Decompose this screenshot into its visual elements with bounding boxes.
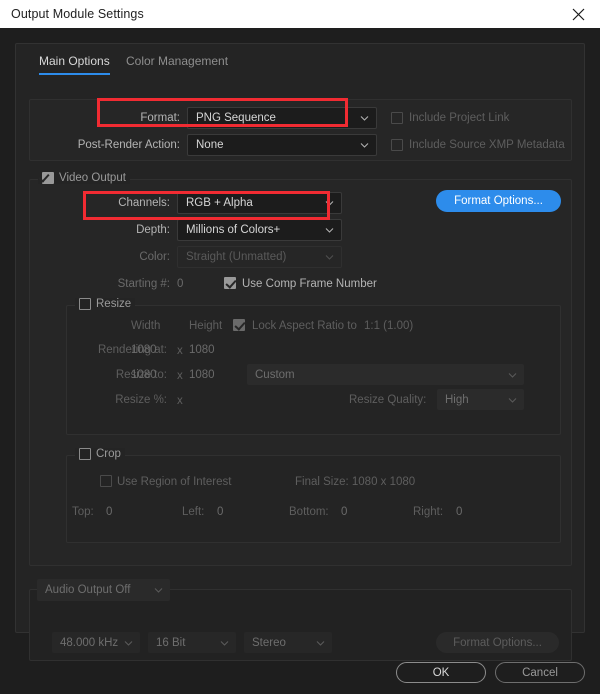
tab-main-options[interactable]: Main Options [39,54,110,75]
crop-right-value[interactable]: 0 [456,506,462,518]
crop-top-value[interactable]: 0 [106,506,112,518]
video-output-legend-label: Video Output [59,172,126,184]
channels-label: Channels: [118,197,170,209]
color-select-value: Straight (Unmatted) [186,251,287,263]
chevron-down-icon [124,638,133,647]
crop-right-label: Right: [413,506,444,518]
crop-top-label: Top: [72,506,94,518]
crop-checkbox[interactable] [79,448,91,460]
close-icon[interactable] [556,0,600,28]
cancel-button[interactable]: Cancel [495,662,585,683]
resize-quality-value: High [445,393,469,406]
channels-select-value: RGB + Alpha [186,197,253,209]
times-symbol: x [177,345,183,357]
audio-sample-rate-select[interactable]: 48.000 kHz [52,632,140,653]
crop-legend[interactable]: Crop [75,448,125,460]
video-format-options-button[interactable]: Format Options... [436,190,561,212]
format-label: Format: [140,112,180,124]
crop-left-label: Left: [182,506,205,518]
window-title: Output Module Settings [11,7,144,21]
chevron-down-icon [220,638,229,647]
post-render-action-label: Post-Render Action: [77,139,180,151]
tab-main-options-label: Main Options [39,54,110,68]
audio-bit-depth-select[interactable]: 16 Bit [148,632,236,653]
resize-legend-label: Resize [96,298,132,310]
tab-color-management[interactable]: Color Management [126,54,228,75]
resize-preset-select[interactable]: Custom [247,364,524,385]
color-label: Color: [139,251,170,263]
starting-number-value[interactable]: 0 [177,278,183,290]
chevron-down-icon [508,370,517,379]
audio-sample-rate-value: 48.000 kHz [60,636,119,649]
format-select-value: PNG Sequence [196,112,276,124]
lock-aspect-ratio-value: 1:1 (1.00) [364,320,414,332]
chevron-down-icon [325,199,334,208]
color-select[interactable]: Straight (Unmatted) [177,246,342,268]
depth-select[interactable]: Millions of Colors+ [177,219,342,241]
main-panel: Main Options Color Management Format: PN… [15,43,585,661]
rendering-at-width-value: 1080 [131,344,157,356]
audio-output-group: Audio Output Off 48.000 kHz 16 Bit Stere… [29,579,572,661]
use-region-of-interest-checkbox[interactable] [100,475,112,487]
audio-output-mode-value: Audio Output Off [45,584,131,596]
format-select[interactable]: PNG Sequence [187,107,377,129]
chevron-down-icon [316,638,325,647]
resize-preset-value: Custom [255,368,295,381]
include-project-link-label: Include Project Link [409,112,510,124]
audio-bit-depth-value: 16 Bit [156,636,186,649]
crop-bottom-value[interactable]: 0 [341,506,347,518]
audio-output-mode-select[interactable]: Audio Output Off [37,579,170,601]
final-size-label: Final Size: 1080 x 1080 [295,476,416,488]
resize-percent-label: Resize %: [115,394,167,406]
include-source-xmp-metadata-checkbox[interactable] [391,139,403,151]
chevron-down-icon [360,141,369,150]
lock-aspect-ratio-label: Lock Aspect Ratio to [252,320,357,332]
chevron-down-icon [154,586,163,595]
resize-to-height-value[interactable]: 1080 [189,369,215,381]
use-comp-frame-number-label: Use Comp Frame Number [242,278,377,290]
resize-quality-select[interactable]: High [437,389,524,410]
audio-channels-value: Stereo [252,636,286,649]
window-titlebar: Output Module Settings [0,0,600,28]
resize-to-width-value[interactable]: 1080 [131,369,157,381]
audio-channels-select[interactable]: Stereo [244,632,332,653]
post-render-action-value: None [196,139,224,151]
starting-number-label: Starting #: [117,278,170,290]
times-symbol: x [177,370,183,382]
resize-legend[interactable]: Resize [75,298,136,310]
include-source-xmp-metadata-label: Include Source XMP Metadata [409,139,565,151]
post-render-action-select[interactable]: None [187,134,377,156]
chevron-down-icon [508,395,517,404]
chevron-down-icon [360,114,369,123]
resize-height-header: Height [189,320,223,332]
tab-color-management-label: Color Management [126,54,229,68]
resize-width-header: Width [131,320,161,332]
dialog-body: Main Options Color Management Format: PN… [0,28,600,694]
depth-select-value: Millions of Colors+ [186,224,281,236]
crop-group: Crop Use Region of Interest Final Size: … [66,448,561,543]
depth-label: Depth: [136,224,170,236]
ok-button[interactable]: OK [396,662,486,683]
video-output-group: Video Output Channels: RGB + Alpha Depth… [29,172,572,566]
video-output-legend[interactable]: Video Output [38,172,130,184]
rendering-at-height-value: 1080 [189,344,215,356]
video-output-checkbox[interactable] [42,172,54,184]
crop-left-value[interactable]: 0 [217,506,223,518]
times-symbol: x [177,395,183,407]
resize-checkbox[interactable] [79,298,91,310]
include-project-link-checkbox[interactable] [391,112,403,124]
chevron-down-icon [325,253,334,262]
use-comp-frame-number-checkbox[interactable] [224,277,236,289]
chevron-down-icon [325,226,334,235]
crop-legend-label: Crop [96,448,121,460]
channels-select[interactable]: RGB + Alpha [177,192,342,214]
format-group: Format: PNG Sequence Post-Render Action:… [29,99,572,161]
resize-quality-label: Resize Quality: [349,394,427,406]
resize-group: Resize Width Height Lock Aspect Ratio to… [66,298,561,435]
use-region-of-interest-label: Use Region of Interest [117,476,232,488]
crop-bottom-label: Bottom: [289,506,329,518]
lock-aspect-ratio-checkbox[interactable] [233,319,245,331]
audio-format-options-button[interactable]: Format Options... [436,632,559,653]
